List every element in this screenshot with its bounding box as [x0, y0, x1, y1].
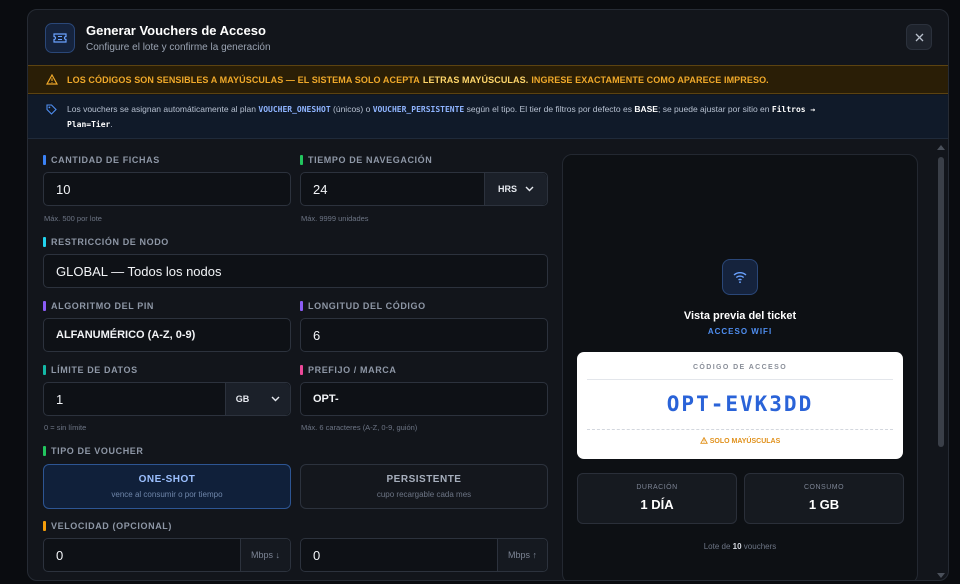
velocidad-up-value: 0 [313, 547, 321, 563]
preview-subtitle: ACCESO WIFI [707, 327, 773, 336]
datos-label: LÍMITE DE DATOS [43, 365, 138, 375]
prefijo-input[interactable]: OPT- [300, 382, 548, 416]
ticket-card: CÓDIGO DE ACCESO OPT-EVK3DD SOLO MAYÚSCU… [577, 352, 903, 459]
plan-code-oneshot: VOUCHER_ONESHOT [258, 105, 331, 114]
batch-summary: Lote de 10 vouchers [563, 542, 917, 551]
voucher-modal: Generar Vouchers de Acceso Configure el … [27, 9, 949, 581]
scroll-up-arrow[interactable] [937, 145, 945, 150]
datos-unit-select[interactable]: GB [225, 383, 290, 415]
info-text: Los vouchers se asignan automáticamente … [67, 104, 257, 114]
nodo-select[interactable]: GLOBAL — Todos los nodos [43, 254, 548, 288]
warning-icon [46, 74, 58, 85]
info-text: . [110, 119, 113, 129]
warning-text-2: INGRESE EXACTAMENTE COMO APARECE IMPRESO… [531, 74, 769, 85]
oneshot-title: ONE-SHOT [138, 474, 196, 485]
modal-subtitle: Configure el lote y confirme la generaci… [86, 41, 271, 53]
tiempo-unit: HRS [497, 184, 517, 194]
scroll-down-arrow[interactable] [937, 573, 945, 578]
batch-summary-pre: Lote de [703, 542, 731, 551]
datos-value: 1 [56, 391, 64, 407]
ticket-divider-dashed [587, 429, 893, 430]
velocidad-down-value: 0 [56, 547, 64, 563]
consumo-label: CONSUMO [803, 484, 845, 491]
case-sensitivity-warning: LOS CÓDIGOS SON SENSIBLES A MAYÚSCULAS —… [28, 65, 948, 94]
cantidad-label: CANTIDAD DE FICHAS [43, 155, 160, 165]
velocidad-down-input[interactable]: 0 Mbps ↓ [43, 538, 291, 572]
close-icon [915, 33, 923, 41]
algoritmo-label: ALGORITMO DEL PIN [43, 301, 154, 311]
datos-input[interactable]: 1 GB [43, 382, 291, 416]
velocidad-up-unit: Mbps ↑ [497, 539, 547, 571]
oneshot-option[interactable]: ONE-SHOT vence al consumir o por tiempo [43, 464, 291, 509]
prefijo-hint: Máx. 6 caracteres (A-Z, 0-9, guión) [301, 423, 418, 432]
duracion-value: 1 DÍA [640, 497, 674, 512]
persistente-title: PERSISTENTE [386, 474, 462, 485]
ticket-icon [45, 22, 75, 53]
warning-icon [699, 436, 708, 444]
plan-code-persistente: VOUCHER_PERSISTENTE [372, 105, 465, 114]
duracion-label: DURACIÓN [636, 484, 678, 491]
warning-text-strong: LETRAS MAYÚSCULAS. [422, 74, 529, 85]
ticket-label: CÓDIGO DE ACCESO [692, 364, 788, 371]
tag-icon [46, 104, 57, 115]
cantidad-input[interactable]: 10 [43, 172, 291, 206]
consumo-value: 1 GB [808, 497, 840, 512]
batch-summary-post: vouchers [743, 542, 777, 551]
tiempo-input[interactable]: 24 HRS [300, 172, 548, 206]
tiempo-unit-select[interactable]: HRS [484, 173, 547, 205]
nodo-label: RESTRICCIÓN DE NODO [43, 237, 169, 247]
batch-count: 10 [732, 542, 742, 551]
warning-text-1: LOS CÓDIGOS SON SENSIBLES A MAYÚSCULAS —… [67, 74, 420, 85]
algoritmo-select[interactable]: ALFANUMÉRICO (A-Z, 0-9) [43, 318, 291, 352]
chevron-down-icon [271, 396, 280, 402]
scrollbar[interactable] [935, 143, 947, 580]
tiempo-hint: Máx. 9999 unidades [301, 214, 369, 223]
datos-hint: 0 = sin límite [44, 423, 87, 432]
velocidad-up-input[interactable]: 0 Mbps ↑ [300, 538, 548, 572]
default-tier: BASE [634, 104, 658, 114]
plan-tier-path: Plan=Tier [67, 120, 111, 129]
ticket-code: OPT-EVK3DD [666, 392, 814, 416]
wifi-icon [722, 259, 758, 295]
info-text: ; se puede ajustar por sitio en [657, 104, 770, 114]
ticket-warning: SOLO MAYÚSCULAS [577, 436, 903, 445]
modal-header: Generar Vouchers de Acceso Configure el … [28, 10, 948, 65]
ticket-preview-panel: Vista previa del ticket ACCESO WIFI CÓDI… [562, 154, 918, 580]
persistente-option[interactable]: PERSISTENTE cupo recargable cada mes [300, 464, 548, 509]
info-text: según el tipo. El tier de filtros por de… [466, 104, 632, 114]
chevron-down-icon [525, 186, 534, 192]
datos-unit: GB [235, 394, 250, 404]
consumo-stat: CONSUMO 1 GB [744, 473, 904, 524]
longitud-label: LONGITUD DEL CÓDIGO [300, 301, 426, 311]
modal-title: Generar Vouchers de Acceso [86, 22, 266, 38]
close-button[interactable] [906, 24, 932, 50]
velocidad-down-unit: Mbps ↓ [240, 539, 290, 571]
velocidad-label: VELOCIDAD (OPCIONAL) [43, 521, 172, 531]
plan-info-notice: Los vouchers se asignan automáticamente … [28, 95, 948, 139]
ticket-warning-text: SOLO MAYÚSCULAS [709, 438, 781, 445]
info-text: (únicos) o [333, 104, 371, 114]
scroll-thumb[interactable] [938, 157, 944, 447]
filters-path: Filtros → [771, 105, 816, 114]
persistente-desc: cupo recargable cada mes [376, 490, 472, 499]
tiempo-value: 24 [313, 181, 328, 197]
oneshot-desc: vence al consumir o por tiempo [111, 490, 223, 499]
cantidad-hint: Máx. 500 por lote [44, 214, 102, 223]
tiempo-label: TIEMPO DE NAVEGACIÓN [300, 155, 432, 165]
prefijo-label: PREFIJO / MARCA [300, 365, 397, 375]
preview-title: Vista previa del ticket [683, 310, 797, 322]
longitud-input[interactable]: 6 [300, 318, 548, 352]
duracion-stat: DURACIÓN 1 DÍA [577, 473, 737, 524]
tipo-label: TIPO DE VOUCHER [43, 446, 144, 456]
ticket-divider [587, 379, 893, 380]
